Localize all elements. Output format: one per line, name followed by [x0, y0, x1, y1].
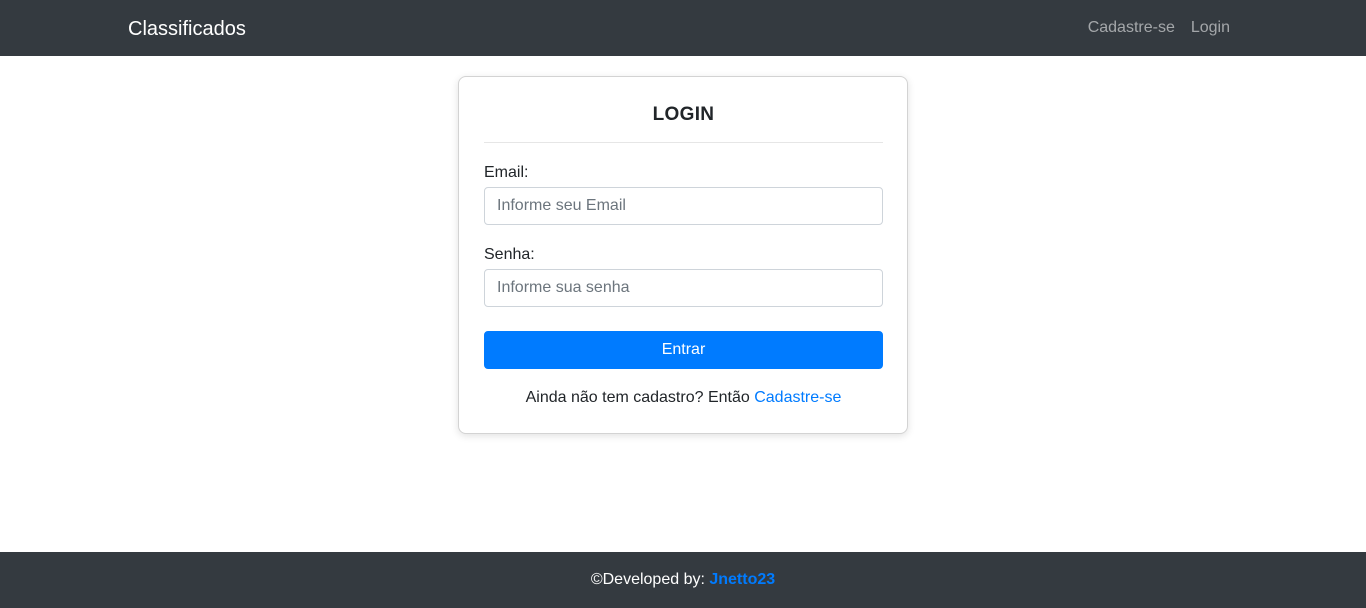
nav-links: Cadastre-se Login [1088, 17, 1230, 39]
footer-author-link[interactable]: Jnetto23 [709, 571, 775, 588]
page-footer: ©Developed by: Jnetto23 [0, 552, 1366, 608]
top-navbar: Classificados Cadastre-se Login [0, 0, 1366, 56]
password-field[interactable] [484, 269, 883, 307]
title-divider [484, 142, 883, 143]
brand-link[interactable]: Classificados [128, 15, 246, 43]
signup-prompt-text: Ainda não tem cadastro? Então [525, 389, 750, 406]
login-title: LOGIN [652, 104, 715, 125]
login-submit-button[interactable]: Entrar [484, 331, 883, 369]
footer-credit-text: ©Developed by: [590, 571, 705, 588]
nav-link-signup[interactable]: Cadastre-se [1088, 17, 1175, 39]
email-field[interactable] [484, 187, 883, 225]
signup-prompt: Ainda não tem cadastro? Então Cadastre-s… [484, 387, 883, 409]
login-card: LOGIN Email: Senha: Entrar Ainda não tem… [458, 76, 908, 434]
nav-link-login[interactable]: Login [1191, 17, 1230, 39]
password-label: Senha: [484, 246, 535, 263]
email-label: Email: [484, 164, 529, 181]
signup-link[interactable]: Cadastre-se [754, 389, 841, 406]
